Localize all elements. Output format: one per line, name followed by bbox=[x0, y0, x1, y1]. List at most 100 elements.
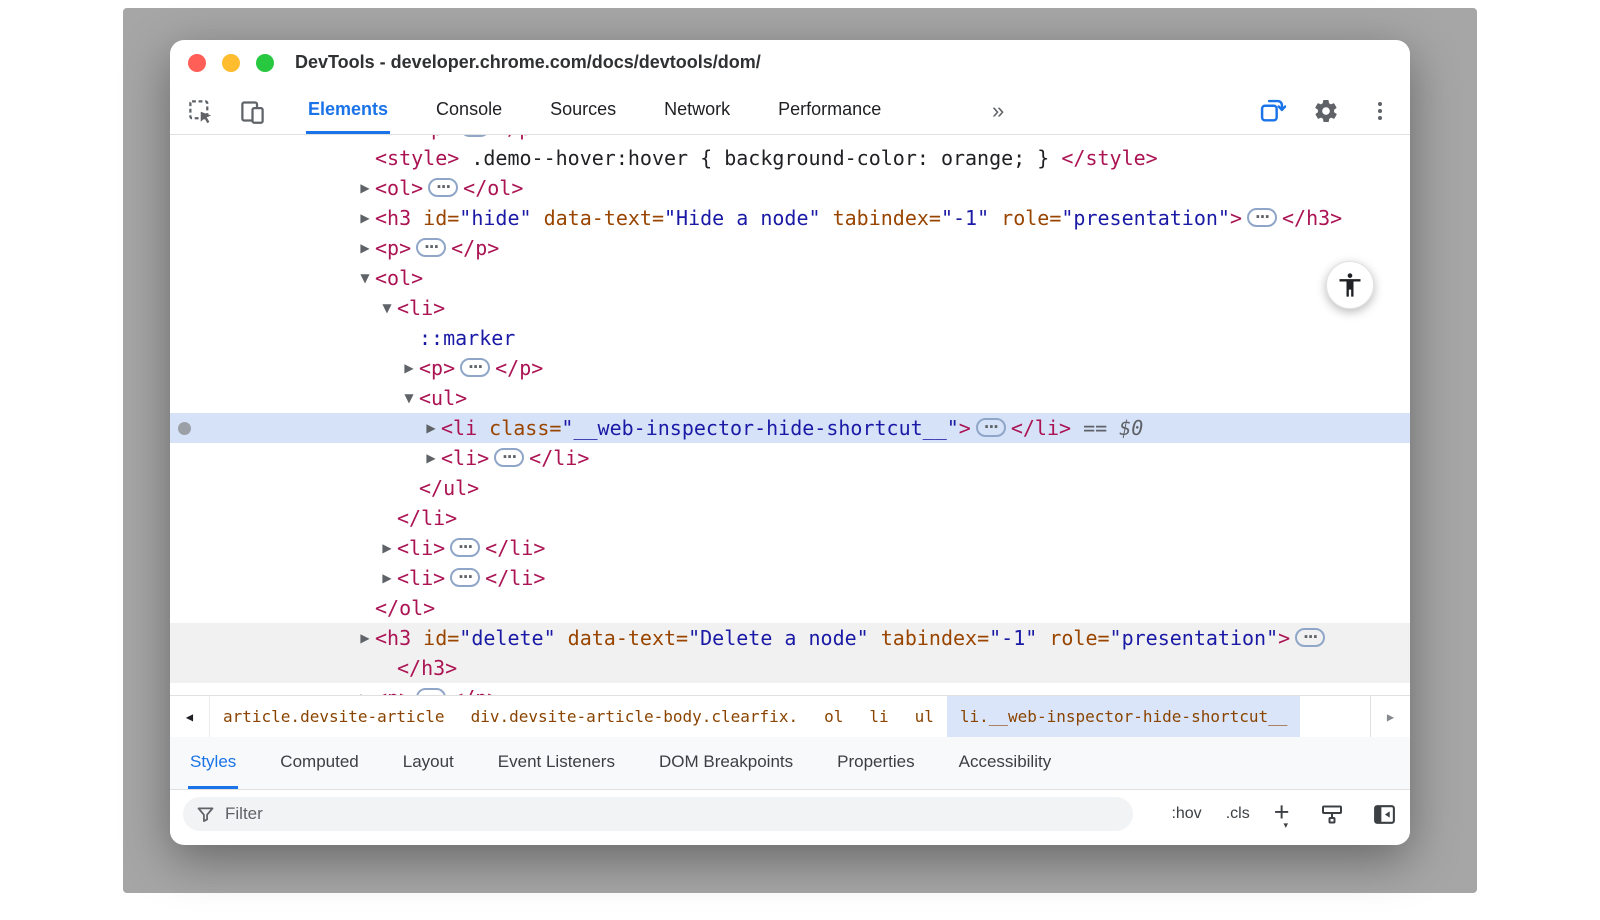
styles-tab-layout[interactable]: Layout bbox=[401, 737, 456, 789]
settings-gear-icon[interactable] bbox=[1312, 97, 1340, 125]
expand-arrow-icon[interactable]: ▶ bbox=[421, 413, 441, 443]
expand-arrow-icon[interactable]: ▶ bbox=[399, 135, 419, 143]
code-token: "hide" bbox=[459, 206, 531, 230]
dom-tree-row[interactable]: </h3> bbox=[170, 653, 1410, 683]
stamp-icon[interactable] bbox=[1318, 800, 1346, 828]
tab-sources[interactable]: Sources bbox=[548, 88, 618, 134]
element-classes-button[interactable]: .cls bbox=[1226, 805, 1250, 823]
dom-tree-row[interactable]: ::marker bbox=[170, 323, 1410, 353]
breadcrumb-scroll-right-icon[interactable]: ▶ bbox=[1370, 696, 1410, 737]
code-token: "presentation" bbox=[1061, 206, 1230, 230]
breadcrumb-item[interactable]: li.__web-inspector-hide-shortcut__ bbox=[947, 696, 1301, 737]
selection-dot-icon bbox=[178, 422, 191, 435]
ellipsis-expand-button[interactable]: ··· bbox=[416, 238, 446, 257]
sidebar-toggle-icon[interactable] bbox=[1370, 800, 1398, 828]
dom-tree-row[interactable]: ▶<p>···</p> bbox=[170, 233, 1410, 263]
breadcrumb-item[interactable]: div.devsite-article-body.clearfix. bbox=[458, 696, 812, 737]
ellipsis-expand-button[interactable]: ··· bbox=[450, 568, 480, 587]
expand-arrow-icon[interactable]: ▶ bbox=[355, 233, 375, 263]
device-toolbar-icon[interactable] bbox=[238, 97, 266, 125]
styles-tab-event-listeners[interactable]: Event Listeners bbox=[496, 737, 617, 789]
dom-tree-row[interactable]: ▶<li>···</li> bbox=[170, 443, 1410, 473]
refresh-square-icon[interactable] bbox=[1258, 97, 1286, 125]
dom-tree-row[interactable]: </ul> bbox=[170, 473, 1410, 503]
code-token: "presentation" bbox=[1110, 626, 1279, 650]
code-token: <h3 bbox=[375, 206, 411, 230]
dom-tree-row[interactable]: ▶<ol>···</ol> bbox=[170, 173, 1410, 203]
styles-tab-accessibility[interactable]: Accessibility bbox=[957, 737, 1054, 789]
ellipsis-expand-button[interactable]: ··· bbox=[460, 358, 490, 377]
styles-tab-dom-breakpoints[interactable]: DOM Breakpoints bbox=[657, 737, 795, 789]
breadcrumb-item[interactable]: li bbox=[856, 696, 901, 737]
dom-tree-row[interactable]: <style> .demo--hover:hover { background-… bbox=[170, 143, 1410, 173]
styles-tab-styles[interactable]: Styles bbox=[188, 737, 238, 789]
expand-arrow-icon[interactable]: ▶ bbox=[355, 623, 375, 653]
code-token: ::marker bbox=[419, 326, 515, 350]
expand-arrow-icon[interactable]: ▶ bbox=[399, 353, 419, 383]
code-token: > bbox=[1230, 206, 1242, 230]
more-tabs-icon[interactable]: » bbox=[992, 88, 1002, 134]
ellipsis-expand-button[interactable]: ··· bbox=[976, 418, 1006, 437]
code-token: </ol> bbox=[375, 596, 435, 620]
breadcrumb-item[interactable]: article.devsite-article bbox=[210, 696, 458, 737]
expand-arrow-icon[interactable]: ▶ bbox=[377, 533, 397, 563]
expand-arrow-icon[interactable]: ▶ bbox=[355, 173, 375, 203]
code-token: <li> bbox=[441, 446, 489, 470]
styles-filter-bar: Filter :hov .cls +▾ bbox=[170, 790, 1410, 838]
dom-tree-row[interactable]: ▶<li class="__web-inspector-hide-shortcu… bbox=[170, 413, 1410, 443]
breadcrumb-item[interactable]: ul bbox=[902, 696, 947, 737]
code-token: </p> bbox=[451, 236, 499, 260]
tab-console[interactable]: Console bbox=[434, 88, 504, 134]
dom-tree-row[interactable]: ▶<p>···</p> bbox=[170, 683, 1410, 695]
kebab-menu-icon[interactable] bbox=[1366, 97, 1394, 125]
styles-panel-tabs: Styles Computed Layout Event Listeners DOM B… bbox=[170, 737, 1410, 790]
styles-tab-properties[interactable]: Properties bbox=[835, 737, 916, 789]
minimize-window-icon[interactable] bbox=[222, 54, 240, 72]
expand-arrow-icon[interactable]: ▶ bbox=[355, 203, 375, 233]
dom-tree-row[interactable]: ▼<ul> bbox=[170, 383, 1410, 413]
styles-tab-computed[interactable]: Computed bbox=[278, 737, 360, 789]
close-window-icon[interactable] bbox=[188, 54, 206, 72]
ellipsis-expand-button[interactable]: ··· bbox=[1247, 208, 1277, 227]
collapse-arrow-icon[interactable]: ▼ bbox=[377, 293, 397, 323]
ellipsis-expand-button[interactable]: ··· bbox=[460, 135, 490, 137]
expand-arrow-icon[interactable]: ▶ bbox=[377, 563, 397, 593]
code-token: .demo--hover:hover { background-color: o… bbox=[459, 146, 1061, 170]
code-token: <h3 bbox=[375, 626, 411, 650]
dom-tree-row[interactable]: ▶<li>···</li> bbox=[170, 563, 1410, 593]
dom-tree-row[interactable]: ▶<p>···</p> bbox=[170, 353, 1410, 383]
breadcrumb-item[interactable]: ol bbox=[811, 696, 856, 737]
dom-tree-row[interactable]: ▶<h3 id="delete" data-text="Delete a nod… bbox=[170, 623, 1410, 653]
dom-tree-row[interactable]: ▶<p>···</p> bbox=[170, 135, 1410, 143]
ellipsis-expand-button[interactable]: ··· bbox=[416, 688, 446, 695]
toggle-element-state-button[interactable]: :hov bbox=[1171, 805, 1201, 823]
dom-tree-row[interactable]: ▶<h3 id="hide" data-text="Hide a node" t… bbox=[170, 203, 1410, 233]
dom-tree-row[interactable]: </ol> bbox=[170, 593, 1410, 623]
dom-tree-row[interactable]: </li> bbox=[170, 503, 1410, 533]
accessibility-person-icon[interactable] bbox=[1326, 261, 1374, 309]
window-title: DevTools - developer.chrome.com/docs/dev… bbox=[295, 52, 761, 73]
collapse-arrow-icon[interactable]: ▼ bbox=[355, 263, 375, 293]
code-token: <ol> bbox=[375, 176, 423, 200]
tab-elements[interactable]: Elements bbox=[306, 88, 390, 134]
dom-tree-panel: ▶<p>···</p><style> .demo--hover:hover { … bbox=[170, 135, 1410, 695]
collapse-arrow-icon[interactable]: ▼ bbox=[399, 383, 419, 413]
window-titlebar: DevTools - developer.chrome.com/docs/dev… bbox=[170, 40, 1410, 88]
ellipsis-expand-button[interactable]: ··· bbox=[450, 538, 480, 557]
ellipsis-expand-button[interactable]: ··· bbox=[428, 178, 458, 197]
dom-tree-row[interactable]: ▼<ol> bbox=[170, 263, 1410, 293]
inspect-element-icon[interactable] bbox=[186, 97, 214, 125]
zoom-window-icon[interactable] bbox=[256, 54, 274, 72]
ellipsis-expand-button[interactable]: ··· bbox=[494, 448, 524, 467]
tab-network[interactable]: Network bbox=[662, 88, 732, 134]
expand-arrow-icon[interactable]: ▶ bbox=[355, 683, 375, 696]
tab-performance[interactable]: Performance bbox=[776, 88, 883, 134]
dom-tree-row[interactable]: ▶<li>···</li> bbox=[170, 533, 1410, 563]
expand-arrow-icon[interactable]: ▶ bbox=[421, 443, 441, 473]
code-token: data-text= bbox=[556, 626, 688, 650]
dom-tree-row[interactable]: ▼<li> bbox=[170, 293, 1410, 323]
styles-filter-input[interactable]: Filter bbox=[183, 797, 1133, 831]
ellipsis-expand-button[interactable]: ··· bbox=[1295, 628, 1325, 647]
breadcrumb-scroll-left-icon[interactable]: ◀ bbox=[170, 696, 210, 737]
devtools-window: DevTools - developer.chrome.com/docs/dev… bbox=[170, 40, 1410, 845]
